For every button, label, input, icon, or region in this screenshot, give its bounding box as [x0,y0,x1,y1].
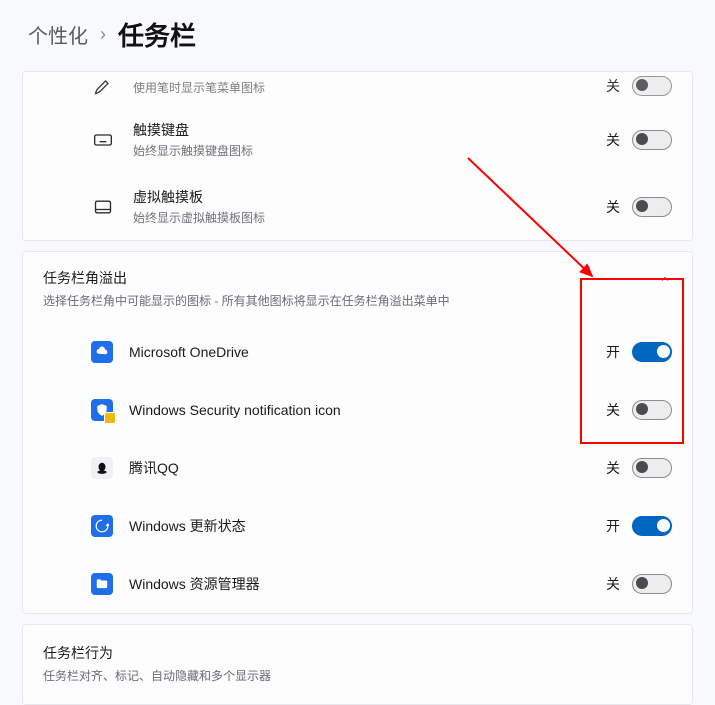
overflow-item-update: Windows 更新状态开 [23,497,692,555]
overflow-update-state-text: 开 [606,516,620,536]
overflow-item-label: Windows 更新状态 [129,516,606,536]
overflow-explorer-toggle[interactable] [632,574,672,594]
taskbar-behaviors-card[interactable]: 任务栏行为 任务栏对齐、标记、自动隐藏和多个显示器 [22,624,693,705]
corner-item-touchpad: 虚拟触摸板始终显示虚拟触摸板图标关 [23,173,692,240]
overflow-item-label: 腾讯QQ [129,458,606,478]
onedrive-icon [91,341,113,363]
breadcrumb-parent[interactable]: 个性化 [28,20,88,49]
overflow-section-header[interactable]: 任务栏角溢出 选择任务栏角中可能显示的图标 - 所有其他图标将显示在任务栏角溢出… [23,252,692,323]
corner-item-sub: 始终显示触摸键盘图标 [133,142,606,159]
corner-item-label: 触摸键盘 [133,120,606,140]
corner-keyboard-state-text: 关 [606,130,620,150]
overflow-item-label: Microsoft OneDrive [129,344,606,360]
behaviors-section-header[interactable]: 任务栏行为 任务栏对齐、标记、自动隐藏和多个显示器 [23,625,692,704]
corner-item-sub: 始终显示虚拟触摸板图标 [133,209,606,226]
update-icon [91,515,113,537]
corner-pen-toggle[interactable] [632,76,672,96]
overflow-update-toggle[interactable] [632,516,672,536]
overflow-onedrive-state-text: 开 [606,342,620,362]
overflow-item-qq: 腾讯QQ关 [23,439,692,497]
overflow-item-security: Windows Security notification icon关 [23,381,692,439]
breadcrumb: 个性化 › 任务栏 [0,0,715,61]
explorer-icon [91,573,113,595]
overflow-item-label: Windows Security notification icon [129,402,606,418]
overflow-qq-toggle[interactable] [632,458,672,478]
keyboard-icon [91,128,115,152]
corner-item-sub: 使用笔时显示笔菜单图标 [133,79,606,96]
behaviors-subtitle: 任务栏对齐、标记、自动隐藏和多个显示器 [43,667,271,684]
corner-pen-state-text: 关 [606,76,620,96]
touchpad-icon [91,195,115,219]
overflow-security-state-text: 关 [606,400,620,420]
overflow-subtitle: 选择任务栏角中可能显示的图标 - 所有其他图标将显示在任务栏角溢出菜单中 [43,292,450,309]
qq-icon [91,457,113,479]
overflow-item-onedrive: Microsoft OneDrive开 [23,323,692,381]
security-icon [91,399,113,421]
taskbar-corner-overflow-card: 任务栏角溢出 选择任务栏角中可能显示的图标 - 所有其他图标将显示在任务栏角溢出… [22,251,693,614]
taskbar-corner-icons-card: 使用笔时显示笔菜单图标关触摸键盘始终显示触摸键盘图标关虚拟触摸板始终显示虚拟触摸… [22,71,693,241]
overflow-qq-state-text: 关 [606,458,620,478]
corner-item-label: 虚拟触摸板 [133,187,606,207]
overflow-onedrive-toggle[interactable] [632,342,672,362]
overflow-security-toggle[interactable] [632,400,672,420]
corner-item-pen: 使用笔时显示笔菜单图标关 [23,72,692,106]
chevron-up-icon [658,272,672,286]
overflow-title: 任务栏角溢出 [43,268,450,288]
corner-touchpad-toggle[interactable] [632,197,672,217]
corner-item-keyboard: 触摸键盘始终显示触摸键盘图标关 [23,106,692,173]
breadcrumb-separator: › [100,24,106,45]
overflow-item-label: Windows 资源管理器 [129,574,606,594]
pen-icon [91,74,115,98]
corner-touchpad-state-text: 关 [606,197,620,217]
behaviors-title: 任务栏行为 [43,643,271,663]
overflow-explorer-state-text: 关 [606,574,620,594]
overflow-item-explorer: Windows 资源管理器关 [23,555,692,613]
page-title: 任务栏 [118,16,196,53]
corner-keyboard-toggle[interactable] [632,130,672,150]
